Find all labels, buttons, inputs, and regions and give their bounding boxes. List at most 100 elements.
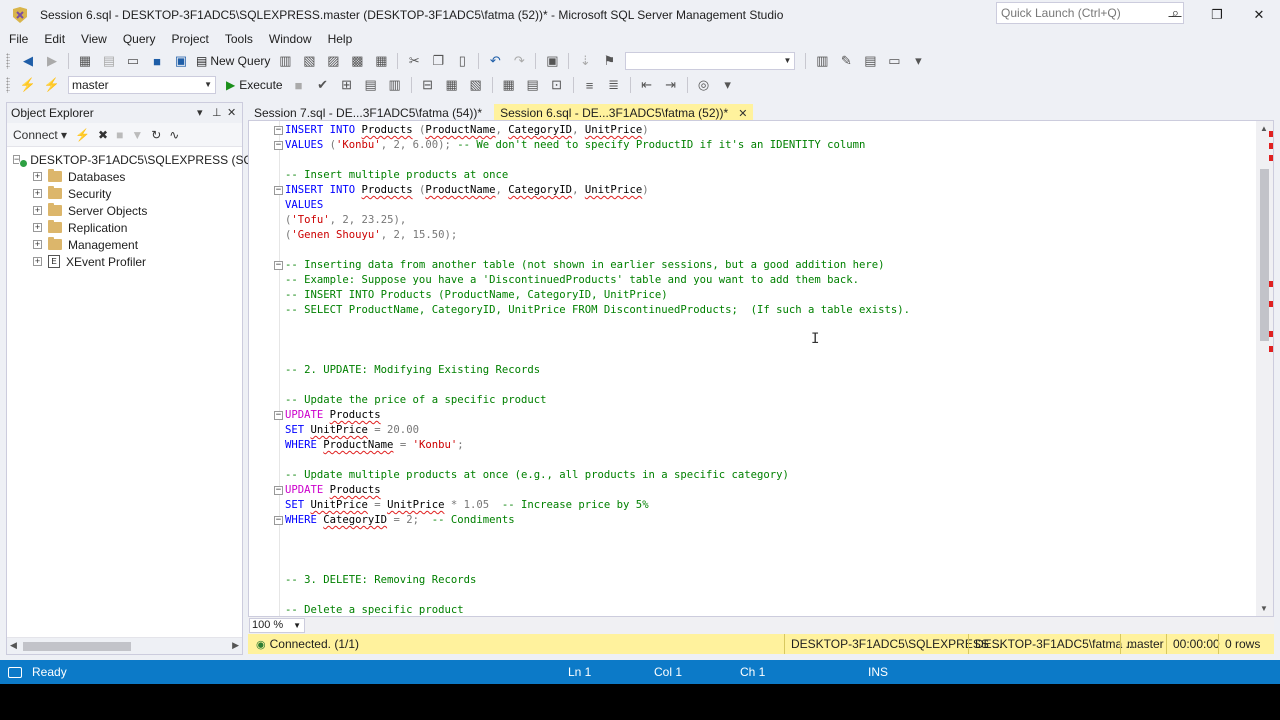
fold-collapse-icon[interactable]: − [274, 141, 283, 150]
scrollbar-thumb[interactable] [1260, 169, 1269, 341]
code-line[interactable] [285, 153, 910, 168]
scroll-right-icon[interactable]: ▶ [232, 640, 239, 651]
tree-node-security[interactable]: + Security [7, 185, 242, 202]
code-line[interactable]: ('Tofu', 2, 23.25), [285, 213, 910, 228]
open-file-icon[interactable]: ▭ [123, 51, 143, 71]
display-estimated-plan-icon[interactable]: ⊞ [337, 75, 357, 95]
menu-edit[interactable]: Edit [36, 30, 73, 48]
change-connection-icon[interactable]: ⚡ [42, 75, 62, 95]
refresh-icon[interactable]: ↻ [151, 128, 161, 142]
code-line[interactable]: -- SELECT ProductName, CategoryID, UnitP… [285, 303, 910, 318]
stop-icon[interactable]: ■ [116, 128, 123, 142]
save-all-icon[interactable]: ▣ [171, 51, 191, 71]
code-line[interactable]: -- 3. DELETE: Removing Records [285, 573, 910, 588]
tools-icon[interactable]: ✎ [836, 51, 856, 71]
new-project-icon[interactable]: ▦ [75, 51, 95, 71]
minimize-button[interactable]: — [1154, 0, 1196, 30]
code-line[interactable]: -- Delete a specific product [285, 603, 910, 616]
copy-icon[interactable]: ❐ [428, 51, 448, 71]
add-item-icon[interactable]: ▤ [99, 51, 119, 71]
code-area[interactable]: INSERT INTO Products (ProductName, Categ… [285, 123, 910, 616]
parse-icon[interactable]: ✔ [313, 75, 333, 95]
fold-collapse-icon[interactable]: − [274, 261, 283, 270]
increase-indent-icon[interactable]: ⇥ [661, 75, 681, 95]
results-to-text-icon[interactable]: ▥ [385, 75, 405, 95]
expand-icon[interactable]: + [33, 189, 42, 198]
xmla-query-icon[interactable]: ▩ [347, 51, 367, 71]
expand-icon[interactable]: + [33, 172, 42, 181]
code-line[interactable]: -- Example: Suppose you have a 'Disconti… [285, 273, 910, 288]
horizontal-scrollbar[interactable]: ◀ ▶ [7, 637, 242, 654]
code-line[interactable]: -- Inserting data from another table (no… [285, 258, 910, 273]
specify-template-values-icon[interactable]: ◎ [694, 75, 714, 95]
dmx-query-icon[interactable]: ▨ [323, 51, 343, 71]
undo-icon[interactable]: ↶ [485, 51, 505, 71]
fold-collapse-icon[interactable]: − [274, 126, 283, 135]
results-to-pane-icon[interactable]: ⊡ [547, 75, 567, 95]
database-engine-query-icon[interactable]: ▥ [275, 51, 295, 71]
execute-button[interactable]: ▶ Execute [222, 75, 287, 95]
disconnect-icon[interactable]: ✖ [98, 128, 108, 142]
find-in-files-icon[interactable]: ⚑ [599, 51, 619, 71]
customize-toolbar-icon[interactable]: ▾ [908, 51, 928, 71]
forward-icon[interactable]: ▶ [42, 51, 62, 71]
find-combo[interactable]: ▼ [625, 52, 796, 70]
menu-query[interactable]: Query [115, 30, 164, 48]
code-line[interactable] [285, 558, 910, 573]
close-icon[interactable]: ✕ [227, 106, 236, 119]
cut-icon[interactable]: ✂ [404, 51, 424, 71]
code-line[interactable] [285, 588, 910, 603]
code-line[interactable]: INSERT INTO Products (ProductName, Categ… [285, 123, 910, 138]
connect-icon[interactable]: ⚡ [18, 75, 38, 95]
expand-icon[interactable]: + [33, 257, 42, 266]
error-marker[interactable] [1269, 143, 1273, 149]
new-query-button[interactable]: ▤ New Query [193, 51, 273, 71]
redo-icon[interactable]: ↷ [509, 51, 529, 71]
tree-node-server-objects[interactable]: + Server Objects [7, 202, 242, 219]
zoom-select[interactable]: 100 % ▼ [249, 618, 305, 633]
fold-collapse-icon[interactable]: − [274, 516, 283, 525]
menu-file[interactable]: File [0, 30, 36, 48]
code-line[interactable] [285, 453, 910, 468]
code-line[interactable]: -- INSERT INTO Products (ProductName, Ca… [285, 288, 910, 303]
error-marker[interactable] [1269, 155, 1273, 161]
scroll-up-icon[interactable]: ▲ [1260, 124, 1268, 133]
close-tab-icon[interactable]: ✕ [738, 107, 747, 120]
decrease-indent-icon[interactable]: ⇤ [637, 75, 657, 95]
code-line[interactable]: VALUES [285, 198, 910, 213]
code-line[interactable]: INSERT INTO Products (ProductName, Categ… [285, 183, 910, 198]
tree-node-databases[interactable]: + Databases [7, 168, 242, 185]
cancel-query-icon[interactable]: ■ [289, 75, 309, 95]
fold-collapse-icon[interactable]: − [274, 486, 283, 495]
code-line[interactable] [285, 243, 910, 258]
toolbar-grip[interactable] [6, 53, 10, 69]
expand-icon[interactable]: + [33, 240, 42, 249]
code-line[interactable]: WHERE CategoryID = 2; -- Condiments [285, 513, 910, 528]
include-actual-plan-icon[interactable]: ⊟ [418, 75, 438, 95]
filter-icon[interactable]: ▼ [131, 128, 143, 142]
results-to-file-icon[interactable]: ▤ [523, 75, 543, 95]
results-to-grid-icon[interactable]: ▦ [499, 75, 519, 95]
close-button[interactable]: ✕ [1238, 0, 1280, 30]
save-icon[interactable]: ■ [147, 51, 167, 71]
vertical-scrollbar[interactable]: ▲ ▼ [1256, 121, 1273, 616]
code-line[interactable] [285, 528, 910, 543]
toolbar-grip[interactable] [6, 77, 10, 93]
code-line[interactable] [285, 378, 910, 393]
pin-icon[interactable]: ⊥ [212, 106, 222, 119]
code-line[interactable]: SET UnitPrice = 20.00 [285, 423, 910, 438]
menu-view[interactable]: View [73, 30, 115, 48]
code-line[interactable]: -- Update the price of a specific produc… [285, 393, 910, 408]
code-line[interactable] [285, 348, 910, 363]
error-marker[interactable] [1269, 301, 1273, 307]
tree-node-management[interactable]: + Management [7, 236, 242, 253]
menu-help[interactable]: Help [320, 30, 361, 48]
code-line[interactable]: -- Update multiple products at once (e.g… [285, 468, 910, 483]
expand-icon[interactable]: + [33, 223, 42, 232]
code-line[interactable]: -- Insert multiple products at once [285, 168, 910, 183]
navigate-icon[interactable]: ⇣ [575, 51, 595, 71]
menu-project[interactable]: Project [164, 30, 217, 48]
code-line[interactable]: UPDATE Products [285, 483, 910, 498]
connect-plug-icon[interactable]: ⚡ [75, 128, 90, 142]
error-marker[interactable] [1269, 346, 1273, 352]
